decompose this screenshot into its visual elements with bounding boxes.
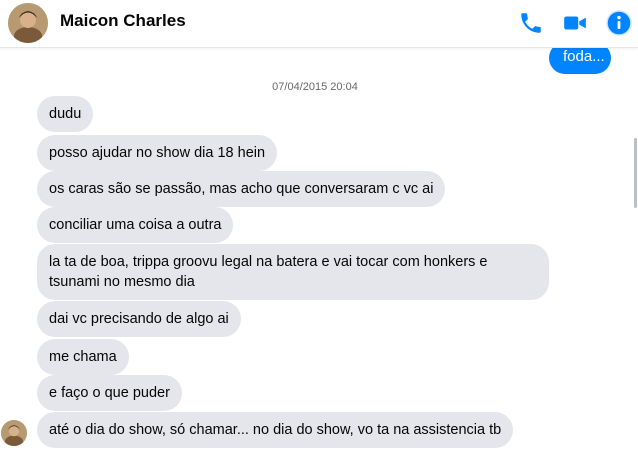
incoming-message[interactable]: os caras são se passão, mas acho que con… (37, 171, 446, 207)
message-timestamp: 07/04/2015 20:04 (272, 81, 358, 93)
incoming-message[interactable]: dai vc precisando de algo ai (37, 301, 241, 337)
conversation-header: Maicon Charles (0, 0, 638, 48)
outgoing-message[interactable]: foda... (549, 48, 611, 74)
incoming-message[interactable]: la ta de boa, trippa groovu legal na bat… (37, 244, 549, 300)
audio-call-button[interactable] (518, 10, 544, 36)
phone-icon (521, 13, 541, 33)
sender-avatar[interactable] (1, 420, 27, 446)
contact-photo (8, 3, 48, 43)
incoming-message[interactable]: conciliar uma coisa a outra (37, 207, 234, 243)
incoming-message[interactable]: me chama (37, 339, 129, 375)
contact-name[interactable]: Maicon Charles (60, 11, 186, 31)
contact-avatar[interactable] (8, 3, 48, 43)
conversation-info-button[interactable] (606, 10, 632, 36)
incoming-message[interactable]: e faço o que puder (37, 375, 182, 411)
incoming-message[interactable]: posso ajudar no show dia 18 hein (37, 135, 278, 171)
incoming-message[interactable]: até o dia do show, só chamar... no dia d… (37, 412, 514, 448)
info-icon (606, 10, 632, 36)
video-call-button[interactable] (562, 10, 588, 36)
message-list[interactable]: foda... 07/04/2015 20:04 dudu posso ajud… (0, 48, 630, 450)
sender-photo (1, 420, 27, 446)
scrollbar-thumb[interactable] (634, 138, 637, 208)
scrollbar-track[interactable] (630, 48, 638, 450)
video-camera-icon (564, 16, 586, 30)
incoming-message[interactable]: dudu (37, 96, 94, 132)
